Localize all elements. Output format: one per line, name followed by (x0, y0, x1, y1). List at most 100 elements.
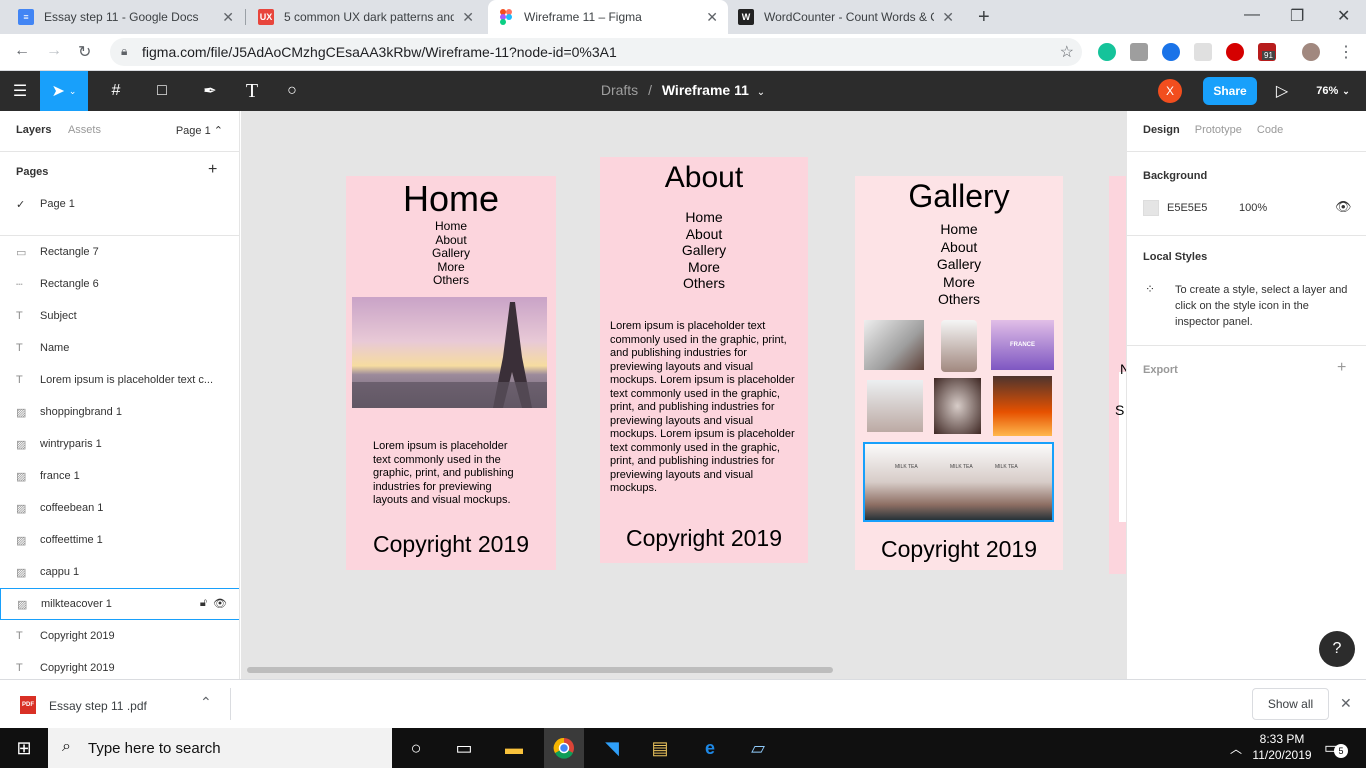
vscode-icon[interactable]: ◥ (600, 736, 624, 760)
ux-icon: UX (258, 9, 274, 25)
horizontal-scrollbar[interactable] (247, 667, 833, 673)
tab-code[interactable]: Code (1257, 124, 1283, 136)
add-export-icon[interactable]: + (1337, 359, 1346, 377)
eye-icon[interactable]: 👁︎ (1335, 199, 1352, 215)
file-name[interactable]: Wireframe 11 (662, 82, 749, 98)
add-page-icon[interactable]: + (208, 161, 217, 179)
omnibox[interactable]: 🔒︎ figma.com/file/J5AdAoCMzhgCEsaAA3kRbw… (110, 38, 1082, 66)
new-tab-icon[interactable]: + (978, 6, 990, 29)
background-opacity[interactable]: 100% (1239, 202, 1267, 214)
url-text[interactable]: figma.com/file/J5AdAoCMzhgCEsaAA3kRbw/Wi… (142, 44, 617, 60)
file-explorer-icon[interactable]: ▬ (502, 736, 526, 760)
restore-icon[interactable]: ❐ (1290, 6, 1304, 26)
partial-letter: S (1115, 402, 1125, 418)
tray-chevron-up-icon[interactable]: ︿ (1230, 740, 1242, 757)
layer-item[interactable]: ▨ shoppingbrand 1 (0, 396, 239, 428)
tab-assets[interactable]: Assets (68, 124, 101, 136)
windows-start-icon[interactable]: ⊞ (12, 736, 36, 760)
chevron-up-icon[interactable]: ⌃ (200, 694, 212, 711)
layer-item[interactable]: T Copyright 2019 (0, 652, 239, 679)
close-window-icon[interactable]: ✕ (1337, 6, 1350, 26)
tab-layers[interactable]: Layers (16, 124, 51, 136)
edge-icon[interactable]: e (698, 736, 722, 760)
drafts-link[interactable]: Drafts (601, 82, 638, 98)
layer-item[interactable]: T Copyright 2019 (0, 620, 239, 652)
close-download-bar-icon[interactable]: ✕ (1340, 695, 1352, 712)
page-item[interactable]: ✓ Page 1 (0, 188, 239, 220)
layer-item-selected[interactable]: ▨ milkteacover 1 🔓︎ 👁︎ (0, 588, 239, 620)
divider (0, 151, 239, 152)
chrome-icon[interactable] (544, 728, 584, 768)
coffee-cup-image[interactable] (941, 320, 977, 372)
milk-tea-cover-image[interactable]: MILK TEA MILK TEA MILK TEA (863, 442, 1054, 522)
background-hex[interactable]: E5E5E5 (1167, 202, 1207, 214)
notes-app-icon[interactable]: ▱ (746, 736, 770, 760)
notifications-icon[interactable]: ▭ 5 (1324, 738, 1348, 758)
task-view-icon[interactable]: ▭ (452, 736, 476, 760)
eiffel-tower-image[interactable] (352, 297, 547, 408)
eye-icon[interactable]: 👁︎ (213, 597, 227, 610)
close-tab-icon[interactable]: ✕ (462, 9, 474, 26)
layer-item[interactable]: ▨ coffeebean 1 (0, 492, 239, 524)
background-swatch[interactable] (1143, 200, 1159, 216)
design-canvas[interactable]: Home Home About Gallery More Others Lore… (241, 111, 1126, 679)
lavender-france-image[interactable]: FRANCE (991, 320, 1054, 370)
grammarly-icon[interactable] (1098, 43, 1116, 61)
forward-icon[interactable]: → (46, 42, 62, 60)
chevron-down-icon[interactable]: ⌄ (757, 87, 765, 98)
layer-item[interactable]: ▨ cappu 1 (0, 556, 239, 588)
tab-wordcounter[interactable]: W WordCounter - Count Words & C ✕ (728, 0, 964, 34)
lock-icon[interactable]: 🔓︎ (200, 597, 207, 610)
profile-avatar[interactable] (1302, 43, 1320, 61)
show-all-button[interactable]: Show all (1252, 688, 1329, 720)
layer-item[interactable]: ▭ Rectangle 7 (0, 236, 239, 268)
frame-gallery[interactable]: Gallery Home About Gallery More Others F… (855, 176, 1063, 570)
close-tab-icon[interactable]: ✕ (942, 9, 954, 26)
paris-street-image[interactable] (867, 380, 923, 432)
reload-icon[interactable]: ↻ (78, 42, 91, 62)
layer-item[interactable]: T Name (0, 332, 239, 364)
menu-dots-icon[interactable]: ⋮ (1338, 42, 1354, 62)
download-filename[interactable]: Essay step 11 .pdf (49, 699, 147, 713)
bookmark-star-icon[interactable]: ☆ (1060, 42, 1074, 62)
clock[interactable]: 8:33 PM 11/20/2019 (1252, 732, 1312, 762)
minimize-icon[interactable]: — (1244, 6, 1260, 24)
clock-extension-icon[interactable] (1194, 43, 1212, 61)
layer-item[interactable]: ┄ Rectangle 6 (0, 268, 239, 300)
avatar[interactable]: X (1158, 79, 1182, 103)
tab-google-docs[interactable]: ≡ Essay step 11 - Google Docs ✕ (8, 0, 244, 34)
shop-front-image[interactable] (993, 376, 1052, 436)
tab-ux-dark-patterns[interactable]: UX 5 common UX dark patterns and ✕ (248, 0, 484, 34)
zoom-dropdown[interactable]: 76% ⌄ (1310, 71, 1356, 111)
sync-extension-icon[interactable] (1162, 43, 1180, 61)
adblock-icon[interactable] (1226, 43, 1244, 61)
tab-design[interactable]: Design (1143, 124, 1180, 136)
nav-item: More (943, 273, 975, 290)
help-button[interactable]: ? (1319, 631, 1355, 667)
layer-item[interactable]: T Subject (0, 300, 239, 332)
nav-item: More (688, 258, 720, 275)
frame-about[interactable]: About Home About Gallery More Others Lor… (600, 157, 808, 563)
page-selector[interactable]: Page 1 ⌃ (176, 124, 223, 137)
archive-tool-icon[interactable]: ▤ (648, 736, 672, 760)
share-button[interactable]: Share (1203, 77, 1257, 105)
cortana-icon[interactable]: ○ (404, 736, 428, 760)
coffee-laptop-image[interactable] (864, 320, 924, 370)
checkmark-icon: ✓ (16, 198, 26, 211)
close-tab-icon[interactable]: ✕ (706, 9, 718, 26)
tab-figma[interactable]: Wireframe 11 – Figma ✕ (488, 0, 728, 34)
tab-prototype[interactable]: Prototype (1195, 124, 1242, 136)
frame-home[interactable]: Home Home About Gallery More Others Lore… (346, 176, 556, 570)
extension-icon[interactable] (1130, 43, 1148, 61)
layer-item[interactable]: ▨ coffeettime 1 (0, 524, 239, 556)
layer-item[interactable]: ▨ france 1 (0, 460, 239, 492)
back-icon[interactable]: ← (14, 42, 30, 60)
layer-item[interactable]: T Lorem ipsum is placeholder text c... (0, 364, 239, 396)
lock-icon[interactable]: 🔒︎ (121, 44, 127, 59)
close-tab-icon[interactable]: ✕ (222, 9, 234, 26)
taskbar-search[interactable]: ⌕ Type here to search (48, 728, 392, 768)
layer-item[interactable]: ▨ wintryparis 1 (0, 428, 239, 460)
cappuccino-image[interactable] (934, 378, 981, 434)
badge-extension-icon[interactable]: 91 (1258, 43, 1276, 61)
present-play-icon[interactable]: ▷ (1270, 71, 1294, 111)
